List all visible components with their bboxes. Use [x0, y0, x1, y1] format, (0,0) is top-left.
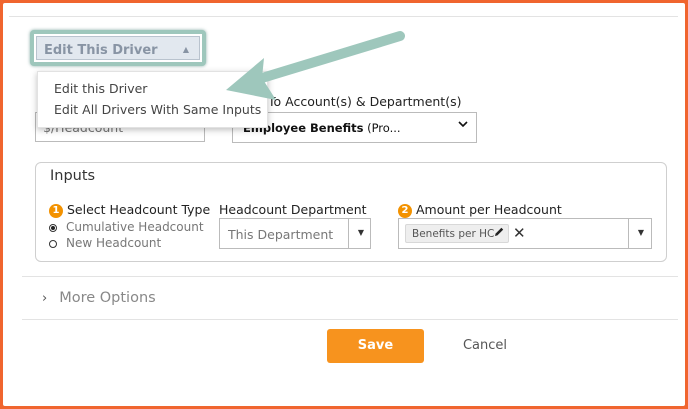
chevron-down-icon: [458, 119, 468, 132]
dropdown-menu: Edit this Driver Edit All Drivers With S…: [37, 71, 268, 128]
radio-selected-icon: [49, 223, 57, 232]
save-button[interactable]: Save: [327, 329, 424, 363]
inputs-card: Inputs 1 Select Headcount Type Cumulative…: [35, 162, 667, 262]
step-badge: 2: [398, 203, 412, 218]
divider: [22, 276, 678, 277]
department-label: To Account(s) & Department(s): [268, 94, 462, 109]
edit-driver-dropdown[interactable]: Edit This Driver ▲: [30, 30, 206, 66]
tag-label: Benefits per HC: [412, 228, 495, 240]
more-options-label: More Options: [59, 290, 156, 306]
select-divider: [628, 219, 629, 248]
divider: [22, 319, 678, 320]
caret-down-icon: ▼: [357, 228, 364, 237]
headcount-department-label: Headcount Department: [219, 202, 367, 217]
caret-down-icon: ▼: [637, 228, 644, 237]
pencil-icon[interactable]: [493, 226, 505, 241]
amount-per-headcount-label: 2 Amount per Headcount: [398, 202, 562, 218]
radio-new-headcount[interactable]: New Headcount: [49, 236, 161, 250]
cancel-button[interactable]: Cancel: [456, 329, 514, 363]
headcount-department-value: This Department: [228, 227, 334, 242]
amount-per-headcount-select[interactable]: Benefits per HC ✕ ▼: [398, 218, 652, 249]
inputs-title: Inputs: [50, 168, 96, 184]
headcount-department-select[interactable]: This Department ▼: [219, 218, 371, 249]
department-select[interactable]: Employee Benefits (Pro...: [232, 112, 477, 143]
caret-up-icon: ▲: [182, 45, 189, 54]
dropdown-label: Edit This Driver: [44, 43, 158, 58]
radio-cumulative-headcount[interactable]: Cumulative Headcount: [49, 220, 204, 234]
menu-item-edit-all-drivers[interactable]: Edit All Drivers With Same Inputs: [54, 102, 261, 117]
more-options-toggle[interactable]: › More Options: [42, 290, 156, 306]
step-badge: 1: [49, 203, 63, 218]
select-divider: [348, 219, 349, 248]
menu-item-edit-this-driver[interactable]: Edit this Driver: [54, 81, 147, 96]
chevron-right-icon: ›: [42, 291, 48, 306]
radio-unselected-icon: [49, 239, 57, 248]
benefits-tag[interactable]: Benefits per HC: [405, 224, 509, 243]
headcount-type-label: 1 Select Headcount Type: [49, 202, 210, 218]
clear-icon[interactable]: ✕: [513, 224, 526, 242]
